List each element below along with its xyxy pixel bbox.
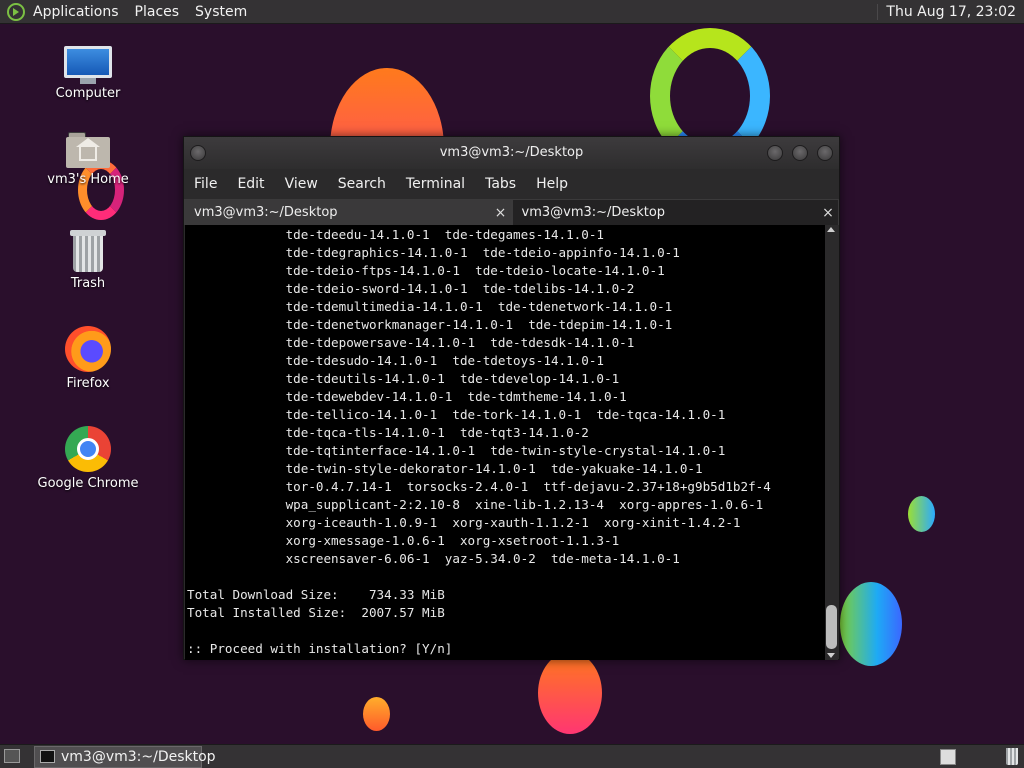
scroll-up-arrow-icon[interactable] [827, 227, 835, 232]
wallpaper-orange-blob-tiny [363, 697, 390, 731]
terminal-line: tde-tdewebdev-14.1.0-1 tde-tdmtheme-14.1… [187, 389, 627, 404]
maximize-button[interactable] [792, 145, 808, 161]
workspace-switcher[interactable] [940, 749, 956, 765]
menu-terminal[interactable]: Terminal [396, 176, 475, 192]
terminal-line: tde-tdeutils-14.1.0-1 tde-tdevelop-14.1.… [187, 371, 620, 386]
menu-tabs[interactable]: Tabs [475, 176, 526, 192]
terminal-line: Total Installed Size: 2007.57 MiB [187, 605, 445, 620]
desktop-icon-home[interactable]: vm3's Home [28, 130, 148, 187]
desktop-icon-label: vm3's Home [47, 172, 129, 187]
menu-view[interactable]: View [275, 176, 328, 192]
terminal-line: xscreensaver-6.06-1 yaz-5.34.0-2 tde-met… [187, 551, 680, 566]
terminal-line: xorg-xmessage-1.0.6-1 xorg-xsetroot-1.1.… [187, 533, 620, 548]
window-menu-button[interactable] [190, 145, 206, 161]
taskbar-item-terminal[interactable]: vm3@vm3:~/Desktop [34, 746, 216, 768]
terminal-line: tde-tqca-tls-14.1.0-1 tde-tqt3-14.1.0-2 [187, 425, 589, 440]
terminal-line: tde-tdeedu-14.1.0-1 tde-tdegames-14.1.0-… [187, 227, 605, 242]
wallpaper-blue-blob-small [908, 496, 935, 532]
desktop-icon-computer[interactable]: Computer [28, 46, 148, 101]
terminal-line: tde-twin-style-dekorator-14.1.0-1 tde-ya… [187, 461, 703, 476]
window-title: vm3@vm3:~/Desktop [439, 145, 584, 160]
home-folder-icon [66, 130, 110, 168]
terminal-window[interactable]: vm3@vm3:~/Desktop File Edit View Search … [183, 136, 840, 660]
terminal-line: :: Proceed with installation? [Y/n] [187, 641, 453, 656]
menu-search[interactable]: Search [328, 176, 396, 192]
top-panel: Applications Places System Thu Aug 17, 2… [0, 0, 1024, 24]
terminal-line: tde-tdepowersave-14.1.0-1 tde-tdesdk-14.… [187, 335, 635, 350]
applications-logo-icon[interactable] [7, 2, 25, 21]
tab-2[interactable]: vm3@vm3:~/Desktop × [511, 199, 839, 226]
desktop-icon-firefox[interactable]: Firefox [28, 326, 148, 391]
tab-label: vm3@vm3:~/Desktop [194, 205, 338, 220]
wallpaper-blue-blob-large [840, 582, 902, 666]
desktop-icon-trash[interactable]: Trash [28, 230, 148, 291]
terminal-output[interactable]: tde-tdeedu-14.1.0-1 tde-tdegames-14.1.0-… [185, 225, 827, 660]
terminal-scrollbar[interactable] [825, 225, 838, 660]
terminal-line: wpa_supplicant-2:2.10-8 xine-lib-1.2.13-… [187, 497, 764, 512]
desktop-icon-label: Trash [70, 276, 106, 291]
scroll-down-arrow-icon[interactable] [827, 653, 835, 658]
desktop-icon-label: Computer [55, 86, 121, 101]
terminal-line: Total Download Size: 734.33 MiB [187, 587, 445, 602]
show-desktop-icon[interactable] [4, 749, 20, 763]
applications-menu[interactable]: Applications [25, 0, 127, 24]
taskbar-item-label: vm3@vm3:~/Desktop [61, 749, 216, 765]
wallpaper-orange-blob-bottom [538, 652, 602, 734]
terminal-line: tde-tdeio-sword-14.1.0-1 tde-tdelibs-14.… [187, 281, 635, 296]
desktop-icon-label: Google Chrome [37, 476, 139, 491]
computer-icon [64, 46, 112, 84]
tab-close-icon[interactable]: × [821, 200, 835, 226]
menu-file[interactable]: File [184, 176, 227, 192]
tab-label: vm3@vm3:~/Desktop [521, 205, 666, 220]
system-menu[interactable]: System [187, 0, 255, 24]
menu-bar: File Edit View Search Terminal Tabs Help [184, 170, 839, 198]
terminal-line: tde-tellico-14.1.0-1 tde-tork-14.1.0-1 t… [187, 407, 726, 422]
terminal-line: tde-tdesudo-14.1.0-1 tde-tdetoys-14.1.0-… [187, 353, 605, 368]
scrollbar-thumb[interactable] [826, 605, 837, 649]
menu-help[interactable]: Help [526, 176, 578, 192]
tab-1[interactable]: vm3@vm3:~/Desktop × [184, 199, 512, 225]
tab-close-icon[interactable]: × [494, 200, 508, 226]
desktop-icon-label: Firefox [66, 376, 110, 391]
terminal-line: tde-tdemultimedia-14.1.0-1 tde-tdenetwor… [187, 299, 673, 314]
terminal-text: tde-tdeedu-14.1.0-1 tde-tdegames-14.1.0-… [187, 226, 771, 658]
trash-applet-icon[interactable] [1006, 748, 1018, 765]
terminal-icon [40, 750, 55, 763]
tab-bar: vm3@vm3:~/Desktop × vm3@vm3:~/Desktop × [184, 199, 839, 225]
terminal-line: tde-tdeio-ftps-14.1.0-1 tde-tdeio-locate… [187, 263, 665, 278]
close-button[interactable] [817, 145, 833, 161]
terminal-line: tde-tqtinterface-14.1.0-1 tde-twin-style… [187, 443, 726, 458]
places-menu[interactable]: Places [127, 0, 188, 24]
chrome-icon [65, 426, 111, 472]
clock[interactable]: Thu Aug 17, 23:02 [877, 3, 1024, 20]
firefox-icon [65, 326, 111, 372]
window-titlebar[interactable]: vm3@vm3:~/Desktop [184, 137, 839, 169]
desktop-icon-chrome[interactable]: Google Chrome [28, 426, 148, 491]
terminal-line: tde-tdenetworkmanager-14.1.0-1 tde-tdepi… [187, 317, 673, 332]
menu-edit[interactable]: Edit [227, 176, 274, 192]
minimize-button[interactable] [767, 145, 783, 161]
terminal-line: tde-tdegraphics-14.1.0-1 tde-tdeio-appin… [187, 245, 680, 260]
trash-icon [70, 230, 106, 272]
terminal-line: xorg-iceauth-1.0.9-1 xorg-xauth-1.1.2-1 … [187, 515, 741, 530]
terminal-line: tor-0.4.7.14-1 torsocks-2.4.0-1 ttf-deja… [187, 479, 771, 494]
bottom-panel: vm3@vm3:~/Desktop [0, 744, 1024, 768]
